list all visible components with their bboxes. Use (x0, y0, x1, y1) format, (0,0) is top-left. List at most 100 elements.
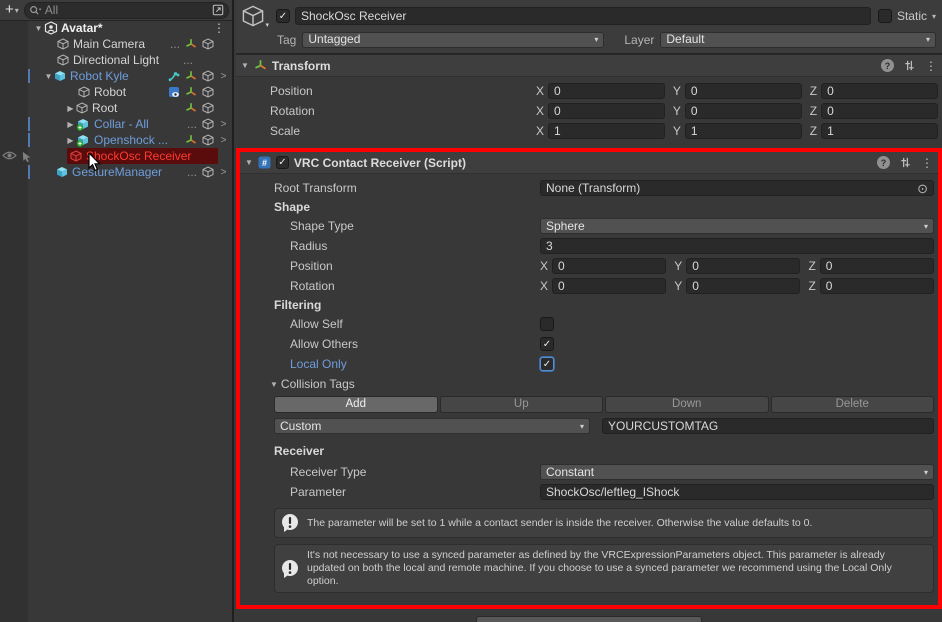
up-button[interactable]: Up (440, 396, 604, 413)
tag-type-dropdown[interactable]: Custom ▾ (274, 418, 590, 434)
axis-label: Y (674, 279, 682, 293)
foldout-open-icon[interactable]: ▼ (43, 72, 54, 81)
hierarchy-item-shockosc-receiver[interactable]: ShockOsc Receiver (0, 148, 232, 164)
gameobject-name-input[interactable]: ShockOsc Receiver (295, 7, 871, 25)
tag-dropdown[interactable]: Untagged ▾ (302, 32, 604, 48)
axis-label: Y (673, 104, 681, 118)
info-bubble-icon (280, 559, 300, 579)
collision-tags-foldout[interactable]: ▼ Collision Tags (240, 374, 938, 394)
allow-self-checkbox[interactable]: ✓ (540, 317, 554, 331)
hierarchy-search-input[interactable]: All (24, 2, 229, 19)
eye-visibility-icon[interactable] (2, 150, 17, 161)
add-button[interactable]: Add (274, 396, 438, 413)
chevron-down-icon: ▾ (924, 465, 928, 480)
allow-self-row: Allow Self ✓ (240, 314, 938, 334)
shape-position-x-field[interactable]: 0 (552, 258, 666, 274)
rotation-z-field[interactable]: 0 (821, 103, 938, 119)
rotation-y-field[interactable]: 0 (685, 103, 802, 119)
gameobject-cube-icon (241, 4, 265, 28)
axis-label: X (540, 259, 548, 273)
kebab-menu-icon[interactable]: ⋮ (925, 59, 937, 73)
property-label: Local Only (240, 357, 540, 371)
foldout-closed-icon[interactable]: ▶ (65, 136, 76, 145)
property-label: Parameter (240, 485, 540, 499)
static-dropdown-icon[interactable]: ▾ (932, 12, 936, 21)
add-component-button[interactable]: Add Component (476, 616, 702, 622)
root-transform-row: Root Transform None (Transform) ⊙ (240, 178, 938, 198)
chevron-down-icon: ▾ (924, 219, 928, 234)
static-checkbox[interactable]: ✓ (878, 9, 892, 23)
hierarchy-item-robot[interactable]: Robot (0, 84, 232, 100)
local-only-checkbox[interactable]: ✓ (540, 357, 554, 371)
shape-rotation-y-field[interactable]: 0 (686, 278, 800, 294)
delete-button[interactable]: Delete (771, 396, 935, 413)
foldout-open-icon[interactable]: ▼ (245, 158, 253, 167)
hierarchy-item-openshock[interactable]: ▶ Openshock ... > (0, 132, 232, 148)
shape-rotation-x-field[interactable]: 0 (552, 278, 666, 294)
transform-header[interactable]: ▼ Transform ? ⋮ (236, 54, 942, 77)
kebab-menu-icon[interactable]: ⋮ (213, 21, 228, 35)
transform-icon (185, 134, 197, 146)
shape-position-y-field[interactable]: 0 (686, 258, 800, 274)
property-label: Rotation (236, 104, 536, 118)
shape-rotation-z-field[interactable]: 0 (820, 278, 934, 294)
shape-type-dropdown[interactable]: Sphere ▾ (540, 218, 934, 234)
kebab-menu-icon[interactable]: ⋮ (921, 156, 933, 170)
hierarchy-item-collar-all[interactable]: ▶ Collar - All ... > (0, 116, 232, 132)
create-object-button[interactable]: + ▾ (3, 3, 21, 17)
gameobject-icon-button[interactable]: ▾ (241, 4, 271, 28)
allow-others-checkbox[interactable]: ✓ (540, 337, 554, 351)
active-checkbox[interactable]: ✓ (276, 9, 290, 23)
component-title: VRC Contact Receiver (Script) (294, 156, 466, 170)
shape-type-row: Shape Type Sphere ▾ (240, 216, 938, 236)
hierarchy-item-directional-light[interactable]: Directional Light ... (0, 52, 232, 68)
script-icon (258, 156, 271, 169)
presets-icon[interactable] (899, 156, 912, 169)
object-picker-icon[interactable]: ⊙ (917, 182, 928, 195)
add-component-area: Add Component (236, 616, 942, 622)
hierarchy-item-avatar[interactable]: ▼ Avatar* ⋮ (0, 20, 232, 36)
help-icon[interactable]: ? (877, 156, 890, 169)
position-x-field[interactable]: 0 (548, 83, 665, 99)
receiver-type-row: Receiver Type Constant ▾ (240, 462, 938, 482)
property-label: Position (240, 259, 540, 273)
open-search-window-icon[interactable] (212, 4, 224, 16)
rotation-x-field[interactable]: 0 (548, 103, 665, 119)
foldout-open-icon[interactable]: ▼ (33, 24, 44, 33)
layer-dropdown[interactable]: Default ▾ (660, 32, 936, 48)
pickability-icon[interactable] (20, 150, 33, 163)
item-label: Main Camera (73, 37, 145, 51)
scale-x-field[interactable]: 1 (548, 123, 665, 139)
prefab-open-chevron-icon[interactable]: > (219, 135, 228, 146)
component-enabled-checkbox[interactable]: ✓ (276, 156, 289, 169)
hierarchy-item-main-camera[interactable]: Main Camera ... (0, 36, 232, 52)
parameter-input[interactable]: ShockOsc/leftleg_IShock (540, 484, 934, 500)
transform-icon (185, 86, 197, 98)
transform-icon (254, 59, 267, 72)
scale-y-field[interactable]: 1 (685, 123, 802, 139)
prefab-open-chevron-icon[interactable]: > (219, 167, 228, 178)
foldout-open-icon[interactable]: ▼ (241, 61, 249, 70)
shape-position-z-field[interactable]: 0 (820, 258, 934, 274)
hierarchy-item-robot-kyle[interactable]: ▼ Robot Kyle > (0, 68, 232, 84)
scale-z-field[interactable]: 1 (821, 123, 938, 139)
foldout-closed-icon[interactable]: ▶ (65, 120, 76, 129)
local-only-row: Local Only ✓ (240, 354, 938, 374)
foldout-closed-icon[interactable]: ▶ (65, 104, 76, 113)
root-transform-object-field[interactable]: None (Transform) ⊙ (540, 180, 934, 196)
position-y-field[interactable]: 0 (685, 83, 802, 99)
item-label: Robot Kyle (70, 69, 129, 83)
hierarchy-item-gesturemanager[interactable]: GestureManager ... > (0, 164, 232, 180)
inspector-panel: ▾ ✓ ShockOsc Receiver ✓ Static ▾ Tag Unt… (236, 0, 942, 622)
presets-icon[interactable] (903, 59, 916, 72)
prefab-open-chevron-icon[interactable]: > (219, 71, 228, 82)
receiver-type-dropdown[interactable]: Constant ▾ (540, 464, 934, 480)
prefab-open-chevron-icon[interactable]: > (219, 119, 228, 130)
radius-field[interactable]: 3 (540, 238, 934, 254)
custom-tag-input[interactable]: YOURCUSTOMTAG (602, 418, 934, 434)
help-icon[interactable]: ? (881, 59, 894, 72)
down-button[interactable]: Down (605, 396, 769, 413)
vrc-contact-receiver-header[interactable]: ▼ ✓ VRC Contact Receiver (Script) ? ⋮ (240, 152, 938, 174)
hierarchy-item-root[interactable]: ▶ Root (0, 100, 232, 116)
position-z-field[interactable]: 0 (821, 83, 938, 99)
